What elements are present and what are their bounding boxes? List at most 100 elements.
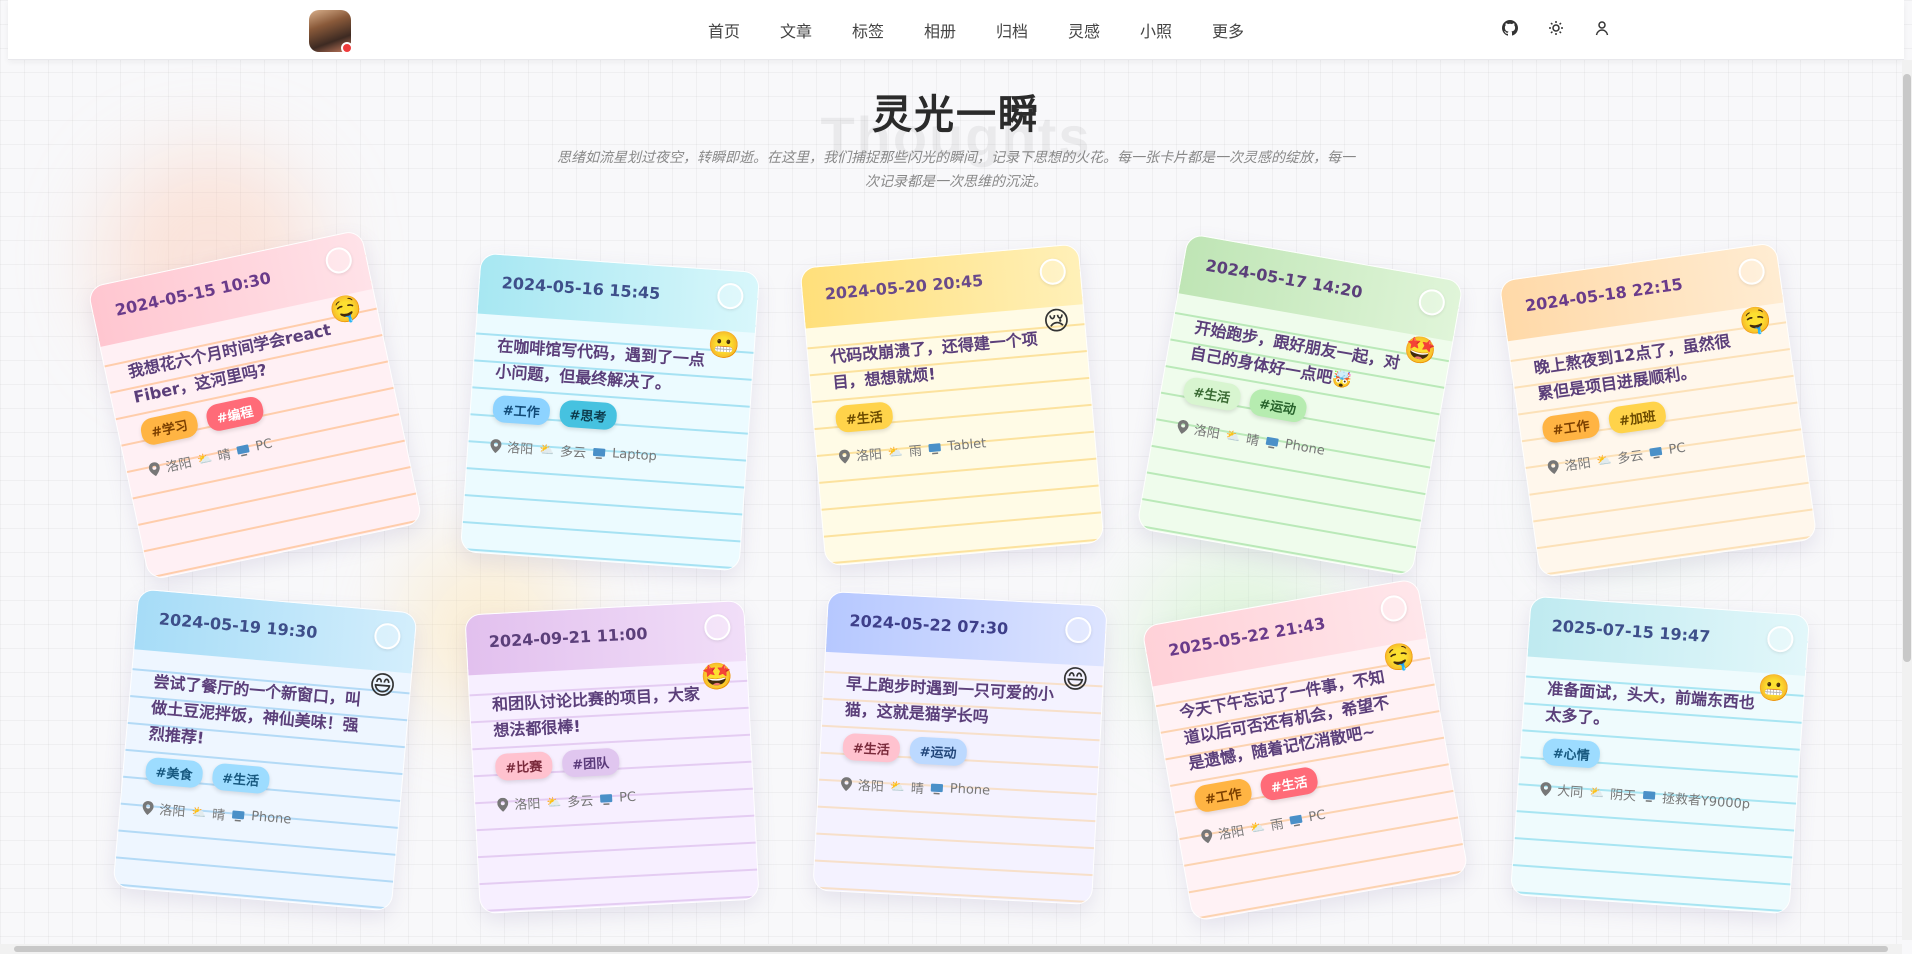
card-date: 2024-05-17 14:20: [1204, 255, 1364, 302]
thought-card[interactable]: 2024-05-19 19:30 😄 尝试了餐厅的一个新窗口，叫做土豆泥拌饭，神…: [112, 588, 418, 912]
card-date: 2024-05-18 22:15: [1523, 274, 1684, 316]
thought-card[interactable]: 2024-05-17 14:20 🤩 开始跑步，跟好朋友一起，对自己的身体好一点…: [1136, 232, 1464, 578]
nav-home[interactable]: 首页: [688, 18, 760, 42]
thought-card[interactable]: 2024-05-15 10:30 🤤 我想花六个月时间学会react Fiber…: [86, 229, 424, 581]
github-icon[interactable]: [1498, 16, 1522, 40]
tag-chip[interactable]: #编程: [204, 394, 266, 434]
thought-card[interactable]: 2024-05-18 22:15 🤤 晚上熬夜到12点了，虽然很累但是项目进展顺…: [1498, 241, 1818, 579]
thought-card[interactable]: 2024-05-22 07:30 😄 早上跑步时遇到一只可爱的小猫，这就是猫学长…: [812, 590, 1108, 906]
nav-inspiration[interactable]: 灵感: [1048, 18, 1120, 42]
card-body: 早上跑步时遇到一只可爱的小猫，这就是猫学长吗 #生活 #运动 洛阳 ⛅ 晴 Pho…: [819, 652, 1104, 806]
card-location: 洛阳: [1192, 423, 1221, 443]
card-device: Phone: [949, 781, 991, 799]
device-icon: [592, 447, 606, 459]
tag-chip[interactable]: #工作: [492, 394, 551, 426]
device-icon: [236, 444, 250, 456]
card-weather: 雨: [1269, 816, 1285, 834]
location-pin-icon: [838, 449, 850, 464]
card-date: 2024-05-20 20:45: [824, 270, 984, 304]
tag-chip[interactable]: #运动: [1247, 387, 1309, 424]
horizontal-scroll-thumb[interactable]: [14, 946, 1888, 952]
card-meta: 洛阳 ⛅ 雨 Tablet: [838, 427, 1073, 466]
card-meta: 洛阳 ⛅ 晴 Phone: [142, 798, 377, 837]
card-location: 洛阳: [514, 796, 541, 814]
card-date: 2025-07-15 19:47: [1551, 616, 1711, 647]
card-device: PC: [254, 436, 274, 455]
card-tags: #工作 #思考: [492, 394, 727, 438]
tag-chip[interactable]: #心情: [1542, 737, 1601, 769]
mood-emoji-icon: 🤩: [1401, 333, 1439, 369]
weather-icon: ⛅: [538, 441, 555, 457]
horizontal-scrollbar[interactable]: [0, 944, 1902, 954]
card-weather: 晴: [910, 781, 925, 798]
nav-albums[interactable]: 相册: [904, 18, 976, 42]
tag-chip[interactable]: #比赛: [494, 751, 553, 782]
card-location: 洛阳: [164, 455, 194, 476]
card-device: PC: [1307, 807, 1327, 826]
card-weather: 多云: [566, 794, 594, 811]
card-date: 2025-05-22 21:43: [1167, 613, 1327, 661]
nav-photos[interactable]: 小照: [1120, 18, 1192, 42]
device-icon: [928, 442, 941, 454]
card-tags: #生活 #运动: [842, 732, 1077, 772]
page-subtitle: 思绪如流星划过夜空，转瞬即逝。在这里，我们捕捉那些闪光的瞬间，记录下思想的火花。…: [557, 150, 1355, 190]
tag-chip[interactable]: #运动: [909, 736, 968, 767]
page-title: 灵光一瞬: [872, 93, 1040, 137]
tag-chip[interactable]: #学习: [138, 408, 200, 447]
device-icon: [930, 783, 944, 794]
thought-card[interactable]: 2025-07-15 19:47 😬 准备面试，头大，前端东西也太多了。 #心情…: [1509, 595, 1811, 915]
card-content: 在咖啡馆写代码，遇到了一点小问题，但最终解决了。: [494, 336, 706, 394]
tag-chip[interactable]: #思考: [558, 399, 618, 431]
thought-card[interactable]: 2024-05-20 20:45 😢 代码改崩溃了，还得建一个项目，想想就烦! …: [799, 243, 1105, 567]
card-location: 大同: [1556, 783, 1584, 801]
tag-chip[interactable]: #工作: [1192, 777, 1254, 814]
card-location: 洛阳: [857, 778, 885, 796]
card-location: 洛阳: [1217, 823, 1246, 844]
card-device: Tablet: [946, 436, 987, 455]
tag-chip[interactable]: #生活: [1258, 765, 1320, 803]
card-meta: 洛阳 ⛅ 晴 Phone: [840, 774, 1075, 805]
nav-articles[interactable]: 文章: [760, 18, 832, 42]
tag-chip[interactable]: #生活: [1181, 375, 1243, 413]
card-weather: 多云: [559, 444, 587, 462]
vertical-scrollbar[interactable]: [1902, 60, 1912, 940]
card-date: 2024-09-21 11:00: [488, 623, 648, 652]
tag-chip[interactable]: #生活: [834, 401, 894, 434]
tag-chip[interactable]: #生活: [211, 762, 271, 795]
tag-chip[interactable]: #工作: [1540, 409, 1601, 445]
theme-toggle-icon[interactable]: [1544, 16, 1568, 40]
vertical-scroll-thumb[interactable]: [1903, 74, 1911, 662]
card-device: PC: [1667, 440, 1687, 458]
location-pin-icon: [1547, 459, 1559, 474]
tag-chip[interactable]: #生活: [842, 732, 901, 763]
device-icon: [232, 809, 245, 822]
nav-more[interactable]: 更多: [1192, 18, 1264, 42]
card-weather: 雨: [908, 443, 923, 460]
tag-chip[interactable]: #美食: [144, 756, 204, 789]
location-pin-icon: [841, 776, 853, 791]
mood-emoji-icon: 😬: [1756, 672, 1791, 705]
tag-chip[interactable]: #团队: [561, 747, 620, 778]
location-pin-icon: [1177, 419, 1189, 434]
tag-chip[interactable]: #加班: [1607, 400, 1668, 435]
nav-archive[interactable]: 归档: [976, 18, 1048, 42]
user-icon[interactable]: [1590, 16, 1614, 40]
thought-card[interactable]: 2025-05-22 21:43 🤤 今天下午忘记了一件事，不知道以后可否还有机…: [1141, 577, 1469, 923]
weather-icon: ⛅: [1224, 427, 1242, 444]
thought-card[interactable]: 2024-09-21 11:00 🤩 和团队讨论比赛的项目，大家想法都很棒! #…: [464, 599, 760, 915]
nav-tags[interactable]: 标签: [832, 18, 904, 42]
site-avatar[interactable]: [309, 10, 353, 54]
device-icon: [1649, 446, 1663, 459]
card-meta: 大同 ⛅ 阴天 拯救者Y9000p: [1540, 779, 1775, 814]
top-navbar: 首页 文章 标签 相册 归档 灵感 小照 更多: [8, 0, 1904, 60]
card-weather: 阴天: [1609, 787, 1637, 805]
card-body: 尝试了餐厅的一个新窗口，叫做土豆泥拌饭，神仙美味！强烈推荐! #美食 #生活 洛阳…: [120, 649, 411, 839]
online-status-dot: [341, 42, 353, 54]
thought-card[interactable]: 2024-05-16 15:45 😬 在咖啡馆写代码，遇到了一点小问题，但最终解…: [459, 252, 761, 572]
location-pin-icon: [497, 797, 509, 812]
main-nav: 首页 文章 标签 相册 归档 灵感 小照 更多: [688, 0, 1264, 60]
device-icon: [1289, 814, 1303, 827]
mood-emoji-icon: 😬: [706, 329, 741, 362]
card-weather: 多云: [1616, 448, 1645, 468]
location-pin-icon: [490, 438, 502, 453]
